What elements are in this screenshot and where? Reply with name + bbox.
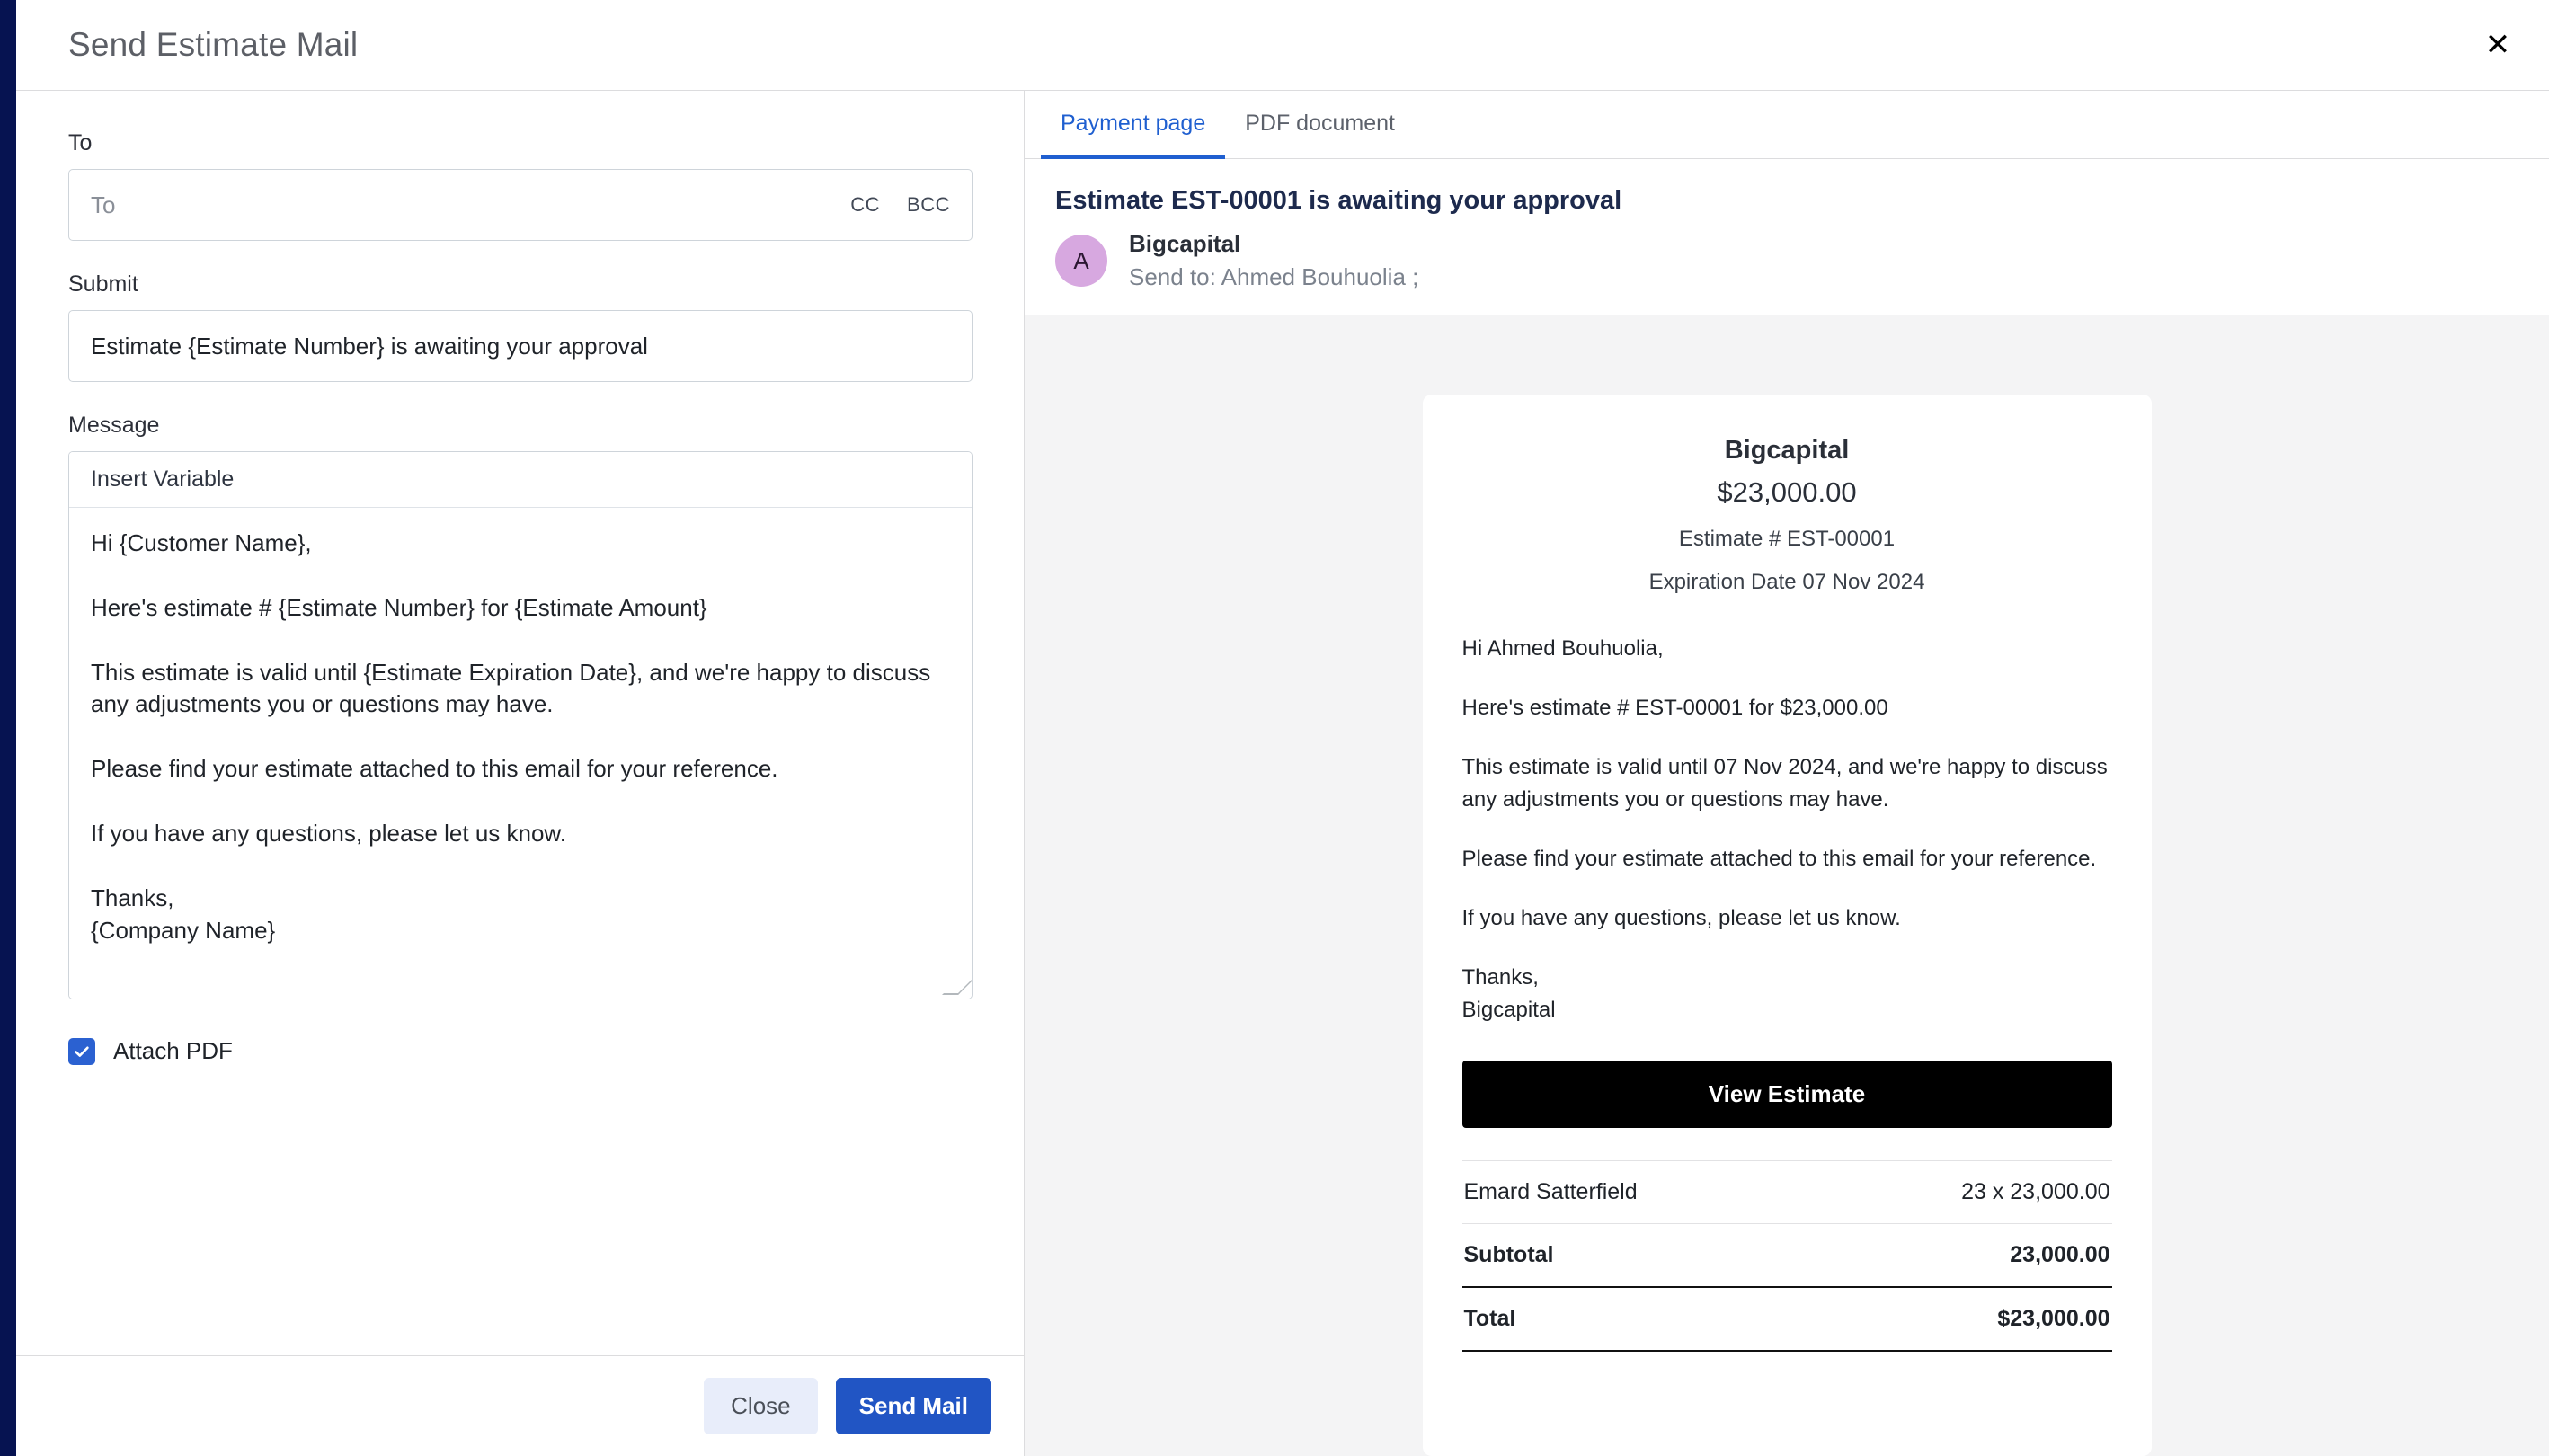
compose-form: To To CC BCC Submit Estimate {Estimate N… [16, 91, 1024, 1355]
subject-input[interactable]: Estimate {Estimate Number} is awaiting y… [68, 310, 973, 382]
app-sidebar-rail [0, 0, 16, 1456]
subject-field-group: Submit Estimate {Estimate Number} is awa… [68, 271, 973, 382]
avatar: A [1055, 235, 1107, 287]
mail-subject: Estimate EST-00001 is awaiting your appr… [1055, 186, 1622, 215]
page-title: Send Estimate Mail [68, 26, 359, 63]
send-mail-button[interactable]: Send Mail [835, 1378, 991, 1434]
attach-pdf-checkbox[interactable] [68, 1037, 95, 1065]
mail-send-to: Send to: Ahmed Bouhuolia ; [1129, 263, 1419, 290]
mail-header: Estimate EST-00001 is awaiting your appr… [1025, 159, 2549, 315]
preview-company-name: Bigcapital [1724, 436, 1850, 465]
tab-payment-page[interactable]: Payment page [1041, 91, 1226, 159]
mail-from-name: Bigcapital [1129, 230, 1241, 257]
bcc-button[interactable]: BCC [907, 193, 950, 217]
message-editor: Insert Variable Hi {Customer Name}, Here… [68, 451, 973, 999]
cc-button[interactable]: CC [850, 193, 880, 217]
preview-totals: Emard Satterfield 23 x 23,000.00 Subtota… [1461, 1160, 2112, 1352]
preview-amount: $23,000.00 [1717, 476, 1857, 508]
preview-pane: Payment page PDF document Estimate EST-0… [1025, 91, 2549, 1456]
tab-pdf-document[interactable]: PDF document [1225, 91, 1415, 159]
screen-root: Send Estimate Mail ✕ To To CC BCC Submit… [0, 0, 2549, 1456]
preview-sign-off: Thanks, Bigcapital [1461, 965, 1556, 1022]
total-label: Total [1463, 1306, 1516, 1331]
to-label: To [68, 130, 93, 155]
close-icon[interactable]: ✕ [2477, 24, 2518, 66]
email-preview-card: Bigcapital $23,000.00 Estimate # EST-000… [1422, 395, 2152, 1456]
attach-pdf-label: Attach PDF [113, 1037, 233, 1064]
check-icon [75, 1046, 89, 1057]
preview-greeting: Hi Ahmed Bouhuolia, [1461, 636, 1664, 661]
preview-expiration-date: Expiration Date 07 Nov 2024 [1648, 570, 1925, 594]
view-estimate-button[interactable]: View Estimate [1461, 1061, 2112, 1128]
subtotal-value: 23,000.00 [2010, 1242, 2110, 1267]
preview-para-3: Please find your estimate attached to th… [1461, 847, 2097, 871]
compose-pane: To To CC BCC Submit Estimate {Estimate N… [16, 91, 1025, 1456]
preview-para-1: Here's estimate # EST-00001 for $23,000.… [1461, 696, 1888, 720]
to-input-placeholder: To [91, 191, 116, 218]
total-value: $23,000.00 [1997, 1306, 2110, 1331]
preview-para-4: If you have any questions, please let us… [1461, 906, 1901, 930]
table-row: Emard Satterfield 23 x 23,000.00 [1461, 1160, 2112, 1224]
cc-bcc-group: CC BCC [850, 193, 950, 217]
to-field-group: To To CC BCC [68, 130, 973, 241]
preview-scroll-area[interactable]: Bigcapital $23,000.00 Estimate # EST-000… [1025, 315, 2549, 1456]
subject-label: Submit [68, 271, 138, 297]
subtotal-label: Subtotal [1463, 1242, 1554, 1267]
insert-variable-dropdown[interactable]: Insert Variable [69, 452, 972, 508]
modal-footer: Close Send Mail [16, 1355, 1024, 1456]
table-row: Subtotal 23,000.00 [1461, 1224, 2112, 1288]
line-item-name: Emard Satterfield [1463, 1179, 1638, 1204]
line-item-value: 23 x 23,000.00 [1961, 1179, 2110, 1204]
preview-email-body: Hi Ahmed Bouhuolia, Here's estimate # ES… [1462, 633, 2112, 1026]
preview-para-2: This estimate is valid until 07 Nov 2024… [1461, 755, 2108, 812]
message-textarea[interactable]: Hi {Customer Name}, Here's estimate # {E… [69, 508, 972, 999]
resize-handle-icon[interactable] [942, 979, 972, 995]
mail-sender-lines: Bigcapital Send to: Ahmed Bouhuolia ; [1129, 230, 1418, 291]
modal-header: Send Estimate Mail ✕ [16, 0, 2549, 91]
subject-input-value: Estimate {Estimate Number} is awaiting y… [91, 332, 648, 360]
modal-body: To To CC BCC Submit Estimate {Estimate N… [16, 91, 2549, 1456]
attach-pdf-row[interactable]: Attach PDF [68, 1037, 972, 1065]
mail-sender-row: A Bigcapital Send to: Ahmed Bouhuolia ; [1055, 230, 2518, 291]
close-button[interactable]: Close [704, 1378, 818, 1434]
to-input[interactable]: To CC BCC [68, 169, 973, 241]
send-estimate-mail-modal: Send Estimate Mail ✕ To To CC BCC Submit… [16, 0, 2549, 1456]
table-row: Total $23,000.00 [1461, 1288, 2112, 1352]
preview-estimate-number: Estimate # EST-00001 [1678, 527, 1896, 551]
message-field-group: Message Insert Variable Hi {Customer Nam… [68, 413, 973, 999]
message-textarea-value: Hi {Customer Name}, Here's estimate # {E… [91, 529, 931, 944]
message-label: Message [68, 413, 160, 438]
preview-tabs: Payment page PDF document [1025, 91, 2549, 159]
